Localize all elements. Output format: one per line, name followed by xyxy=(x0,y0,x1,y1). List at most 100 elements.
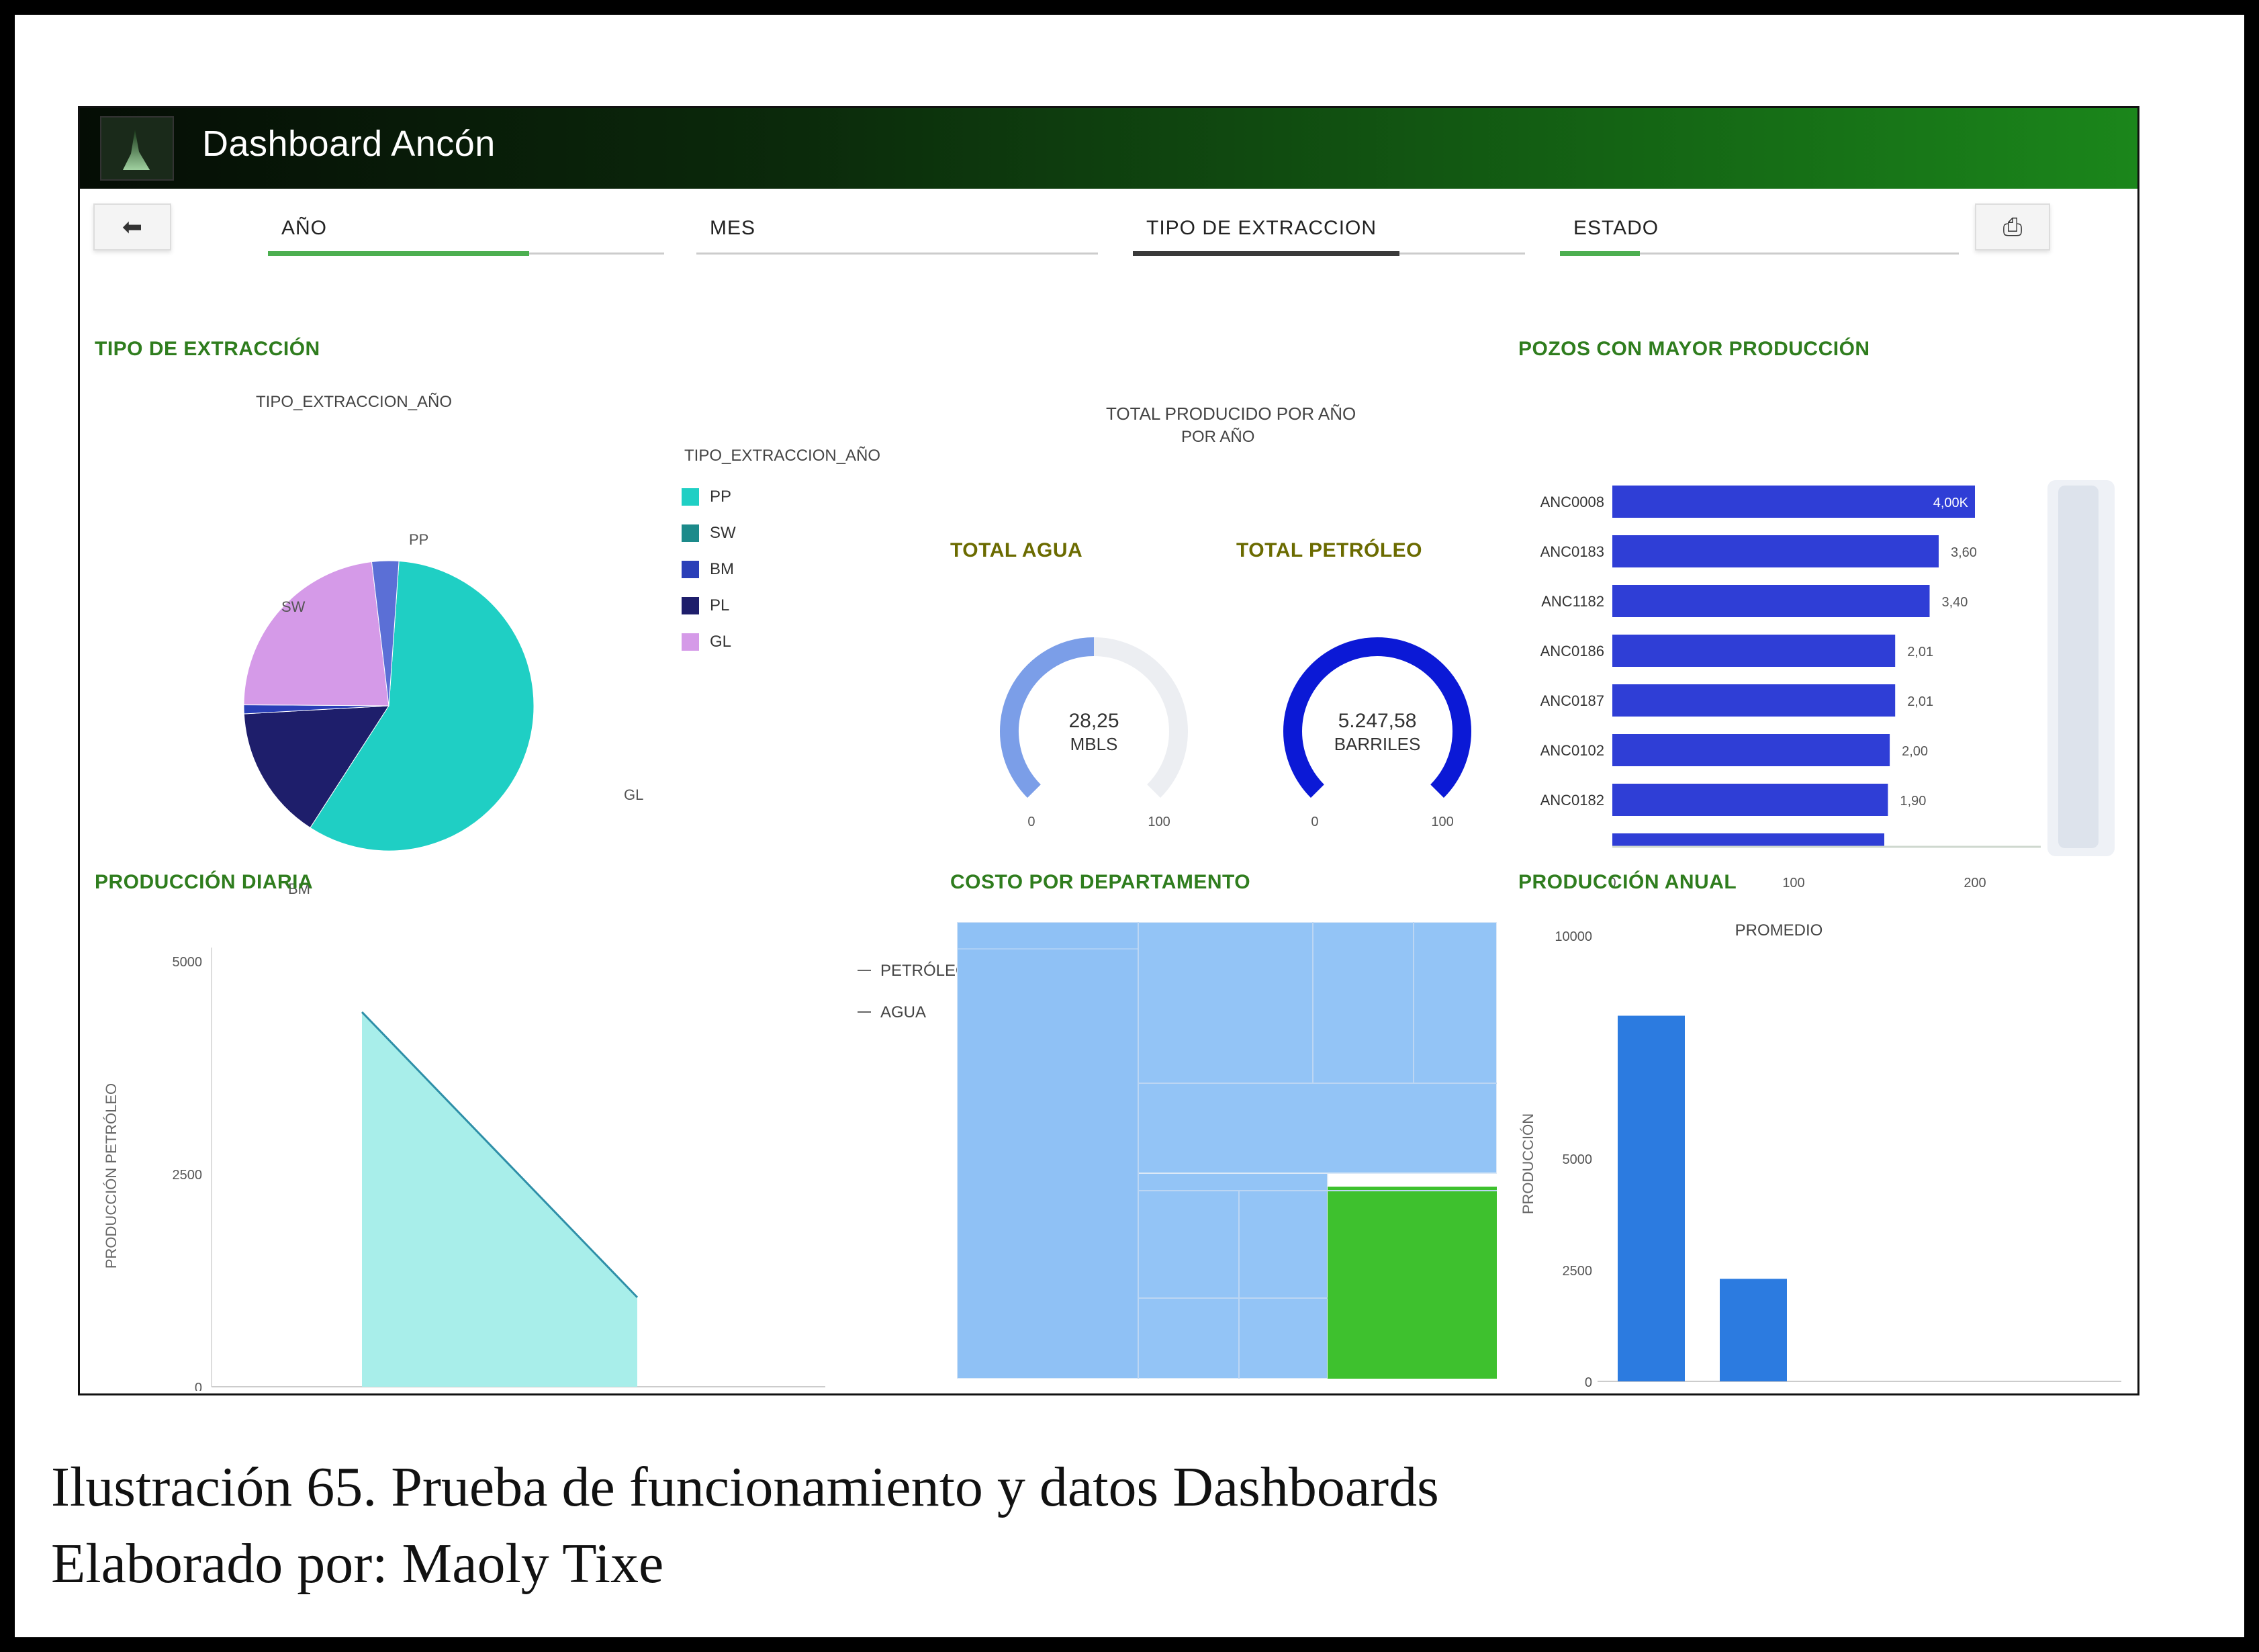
gauge-max: 100 xyxy=(1431,815,1453,829)
filter-extraction-type-label: TIPO DE EXTRACCION xyxy=(1146,217,1377,239)
treemap-cell[interactable] xyxy=(957,922,1139,1379)
hbar-anc0182[interactable] xyxy=(1612,784,1888,816)
area-ytick: 5000 xyxy=(173,955,203,970)
hbar-anc0183[interactable] xyxy=(1612,535,1939,567)
hbar-xtick: 100 xyxy=(1782,876,1804,890)
treemap-cell[interactable] xyxy=(1138,1173,1328,1379)
hbar-value-label: 4,00K xyxy=(1933,496,1969,510)
back-button[interactable]: ⬅ xyxy=(93,203,171,250)
hbar-category-label: ANC0102 xyxy=(1540,742,1604,759)
vbar-ytick: 5000 xyxy=(1563,1152,1593,1167)
filter-year-label: AÑO xyxy=(281,217,328,239)
hbar-category-label: ANC0186 xyxy=(1540,643,1604,659)
legend-swatch xyxy=(682,561,699,578)
area-legend-label[interactable]: PETRÓLEO xyxy=(880,962,968,980)
annual-production-bar-chart: 0250050001000020202019AÑO PRODUCCIÓNPROD… xyxy=(1520,929,2121,1390)
printer-icon: ⎙ xyxy=(2002,212,2023,240)
vbar-ytick: 0 xyxy=(1585,1375,1592,1390)
hbar-value-label: 3,40 xyxy=(1942,595,1968,610)
treemap-cell[interactable] xyxy=(1138,922,1497,1174)
gauge-min: 0 xyxy=(1311,815,1318,829)
vbar-2020[interactable] xyxy=(1618,1015,1685,1381)
filter-year-progress xyxy=(268,251,530,256)
legend-swatch xyxy=(682,488,699,506)
area-fill-petroleo[interactable] xyxy=(362,1012,637,1387)
dashboard-window: Dashboard Ancón ⬅ AÑO MES TIPO DE EXTRAC… xyxy=(78,106,2139,1395)
area-ytick: 0 xyxy=(195,1381,202,1391)
pie-label-gl: GL xyxy=(624,786,643,803)
pie-legend-item[interactable]: BM xyxy=(682,558,734,581)
vbar-ylabel: PRODUCCIÓN xyxy=(1520,1113,1536,1214)
treemap-panel-title: COSTO POR DEPARTAMENTO xyxy=(950,871,1251,893)
chart-scrollbar-thumb[interactable] xyxy=(2058,486,2099,848)
filter-extraction-type[interactable]: TIPO DE EXTRACCION xyxy=(1133,208,1525,256)
gauge-water-title: TOTAL AGUA xyxy=(950,539,1083,561)
filter-status-progress xyxy=(1560,251,1640,256)
hbar-value-label: 2,00 xyxy=(1902,744,1928,759)
legend-swatch xyxy=(682,633,699,651)
caption-line-2: Elaborado por: Maoly Tixe xyxy=(51,1532,664,1595)
filter-status[interactable]: ESTADO xyxy=(1560,208,1959,256)
hbar-anc1182[interactable] xyxy=(1612,585,1930,617)
filter-extraction-type-progress xyxy=(1133,251,1400,256)
area-panel-title: PRODUCCIÓN DIARIA xyxy=(95,871,314,893)
filter-month-label: MES xyxy=(710,217,756,239)
figure-caption: Ilustración 65. Prueba de funcionamiento… xyxy=(51,1449,1439,1602)
arrow-left-icon: ⬅ xyxy=(122,213,143,240)
area-legend-label[interactable]: AGUA xyxy=(880,1003,926,1021)
hbar-category-label: ANC1182 xyxy=(1541,593,1604,610)
gauge-max: 100 xyxy=(1148,815,1170,829)
caption-line-1: Ilustración 65. Prueba de funcionamiento… xyxy=(51,1456,1439,1518)
hbar-anc0102[interactable] xyxy=(1612,734,1890,766)
vbar-ytick: 10000 xyxy=(1555,929,1592,944)
image-frame: Dashboard Ancón ⬅ AÑO MES TIPO DE EXTRAC… xyxy=(0,0,2259,1652)
area-ytick: 2500 xyxy=(173,1168,203,1183)
legend-swatch xyxy=(682,524,699,542)
hbar-anc0187[interactable] xyxy=(1612,684,1896,717)
pie-legend-item[interactable]: GL xyxy=(682,631,731,653)
hbar-value-label: 3,60 xyxy=(1951,545,1977,560)
pie-legend-item[interactable]: PL xyxy=(682,594,729,617)
bars-panel-title: POZOS CON MAYOR PRODUCCIÓN xyxy=(1518,338,1870,360)
gauge-min: 0 xyxy=(1027,815,1035,829)
legend-label: PP xyxy=(710,488,732,506)
hbar-category-label: ANC0008 xyxy=(1540,494,1604,510)
hbar-value-label: 2,01 xyxy=(1907,694,1933,709)
pie-label-sw: SW xyxy=(281,598,306,615)
print-button[interactable]: ⎙ xyxy=(1975,203,2050,250)
hbar-partial xyxy=(1612,833,1884,847)
hbar-category-label: ANC0183 xyxy=(1540,543,1604,560)
hbar-category-label: ANC0187 xyxy=(1540,692,1604,709)
hbar-xtick: 200 xyxy=(1964,876,1986,890)
annual-panel-title: PRODUCCIÓN ANUAL xyxy=(1518,871,1737,893)
pie-subtitle: TIPO_EXTRACCION_AÑO xyxy=(256,393,453,411)
gauge-value: 5.247,58 xyxy=(1338,710,1417,732)
hbar-anc0008[interactable] xyxy=(1612,486,1975,518)
pie-slice-sw[interactable] xyxy=(243,561,389,706)
treemap-cell-highlight[interactable] xyxy=(1328,1187,1497,1379)
gauge-unit: MBLS xyxy=(1070,734,1118,754)
vbar-2019[interactable] xyxy=(1720,1279,1787,1381)
filter-year[interactable]: AÑO xyxy=(268,208,664,256)
gauge-header: TOTAL PRODUCIDO POR AÑO xyxy=(1106,404,1356,424)
hbar-anc0186[interactable] xyxy=(1612,635,1896,667)
top-wells-bar-chart: ANC0008 4,00K ANC0183 3,60 ANC1182 3,40 ANC018… xyxy=(1540,480,2115,939)
pie-panel-title: TIPO DE EXTRACCIÓN xyxy=(95,338,320,360)
legend-label: GL xyxy=(710,633,732,651)
legend-label: BM xyxy=(710,560,734,578)
pie-legend-title: TIPO_EXTRACCION_AÑO xyxy=(684,447,881,465)
hbar-value-label: 2,01 xyxy=(1907,645,1933,659)
pie-label-pp: PP xyxy=(409,531,428,548)
gauge-unit: BARRILES xyxy=(1334,734,1421,754)
filter-month[interactable]: MES xyxy=(696,208,1098,255)
app-title: Dashboard Ancón xyxy=(202,124,496,164)
gauge-oil-title: TOTAL PETRÓLEO xyxy=(1236,539,1423,561)
vbar-ytick: 2500 xyxy=(1563,1264,1593,1279)
pie-legend-item[interactable]: PP xyxy=(682,486,731,508)
hbar-category-label: ANC0182 xyxy=(1540,792,1604,809)
gauge-header-sub: POR AÑO xyxy=(1181,428,1255,446)
pie-legend-item[interactable]: SW xyxy=(682,522,736,545)
hbar-value-label: 1,90 xyxy=(1900,794,1926,809)
gauge-value: 28,25 xyxy=(1068,710,1119,732)
area-ylabel: PRODUCCIÓN PETRÓLEO xyxy=(103,1083,120,1269)
